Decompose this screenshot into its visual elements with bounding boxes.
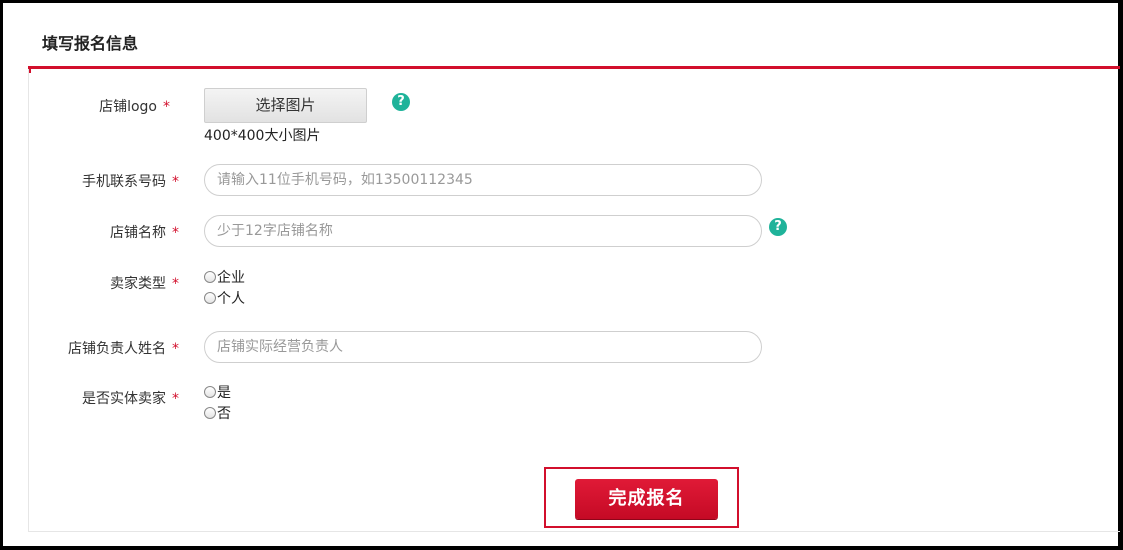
required-mark: * [172, 391, 179, 407]
phone-input[interactable] [204, 164, 762, 196]
physical-seller-label: 是否实体卖家 [82, 391, 166, 407]
logo-size-hint: 400*400大小图片 [204, 128, 321, 144]
seller-type-option-company[interactable]: 企业 [204, 268, 245, 288]
physical-seller-option-no[interactable]: 否 [204, 404, 231, 424]
form-panel [28, 69, 1120, 532]
phone-label-row: 手机联系号码 * [9, 171, 179, 191]
radio-button[interactable] [204, 292, 216, 304]
manager-name-label-row: 店铺负责人姓名 * [9, 338, 179, 358]
required-mark: * [172, 341, 179, 357]
submit-button[interactable]: 完成报名 [575, 479, 718, 519]
shop-name-input[interactable] [204, 215, 762, 247]
seller-type-label: 卖家类型 [110, 276, 166, 292]
physical-seller-label-row: 是否实体卖家 * [9, 388, 179, 408]
radio-button[interactable] [204, 271, 216, 283]
logo-label-row: 店铺logo * [0, 96, 170, 116]
seller-type-option-individual[interactable]: 个人 [204, 289, 245, 309]
page-title: 填写报名信息 [42, 34, 139, 53]
radio-button[interactable] [204, 386, 216, 398]
manager-name-input[interactable] [204, 331, 762, 363]
required-mark: * [172, 174, 179, 190]
radio-label: 是 [217, 385, 231, 401]
radio-button[interactable] [204, 407, 216, 419]
shop-name-label-row: 店铺名称 * [9, 222, 179, 242]
physical-seller-option-yes[interactable]: 是 [204, 383, 231, 403]
logo-label: 店铺logo [99, 99, 157, 115]
question-icon[interactable]: ? [769, 218, 787, 236]
required-mark: * [172, 276, 179, 292]
choose-image-button[interactable]: 选择图片 [204, 88, 367, 123]
radio-label: 个人 [217, 291, 245, 307]
phone-label: 手机联系号码 [82, 174, 166, 190]
seller-type-label-row: 卖家类型 * [9, 273, 179, 293]
required-mark: * [172, 225, 179, 241]
radio-label: 企业 [217, 270, 245, 286]
form-header: 填写报名信息 [28, 0, 1120, 66]
radio-label: 否 [217, 406, 231, 422]
required-mark: * [163, 99, 170, 115]
manager-name-label: 店铺负责人姓名 [68, 341, 166, 357]
shop-name-label: 店铺名称 [110, 225, 166, 241]
question-icon[interactable]: ? [392, 93, 410, 111]
